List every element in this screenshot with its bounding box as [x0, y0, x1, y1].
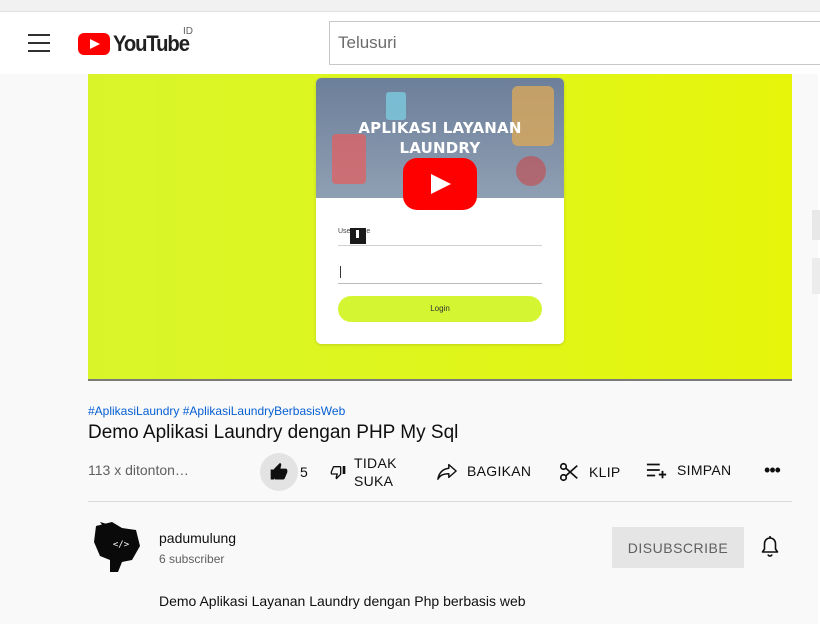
notification-bell-icon[interactable]	[758, 535, 782, 559]
play-button-icon[interactable]	[403, 158, 477, 210]
video-player[interactable]: APLIKASI LAYANAN LAUNDRY Username Login	[88, 74, 792, 381]
channel-name[interactable]: padumulung	[159, 530, 236, 546]
scissors-icon	[559, 462, 578, 482]
hamburger-menu-icon[interactable]	[28, 34, 50, 52]
thumbnail-login-card: APLIKASI LAYANAN LAUNDRY Username Login	[316, 78, 564, 344]
save-button[interactable]: SIMPAN	[646, 461, 731, 479]
thumbnail-hero: APLIKASI LAYANAN LAUNDRY	[316, 78, 564, 210]
thumbnail-password-field	[338, 262, 542, 284]
top-strip	[0, 0, 820, 12]
like-count: 5	[300, 464, 308, 480]
bell-icon	[761, 536, 779, 557]
dislike-button[interactable]: TIDAK SUKA	[330, 454, 414, 490]
hashtag-link[interactable]: #AplikasiLaundry	[88, 404, 179, 418]
clip-button[interactable]: KLIP	[558, 461, 621, 483]
share-button[interactable]: BAGIKAN	[436, 461, 531, 481]
logo-text: YouTube	[113, 31, 190, 56]
more-actions-icon[interactable]: •••	[762, 461, 782, 483]
hashtags: #AplikasiLaundry #AplikasiLaundryBerbasi…	[88, 404, 345, 418]
hashtag-link[interactable]: #AplikasiLaundryBerbasisWeb	[183, 404, 346, 418]
thumbnail-login-button: Login	[338, 296, 542, 322]
clip-label: KLIP	[589, 464, 621, 480]
text-cursor-icon	[350, 228, 366, 244]
unsubscribe-button[interactable]: DISUBSCRIBE	[612, 527, 744, 568]
share-arrow-icon	[437, 463, 457, 480]
like-button[interactable]	[260, 453, 298, 491]
divider	[88, 501, 792, 502]
subscriber-count: 6 subscriber	[159, 552, 225, 566]
share-label: BAGIKAN	[467, 463, 532, 479]
thumbnail-title: APLIKASI LAYANAN LAUNDRY	[358, 119, 522, 157]
search-box	[329, 21, 820, 65]
youtube-watch-page: YouTube ID APLIKASI LAYANAN LAUNDRY User…	[0, 0, 820, 624]
add-to-playlist-icon	[646, 463, 667, 479]
channel-avatar-icon: </>	[94, 522, 140, 572]
video-title: Demo Aplikasi Laundry dengan PHP My Sql	[88, 422, 459, 443]
thumbnail-username-field: Username	[338, 228, 542, 246]
youtube-logo[interactable]: YouTube	[78, 31, 195, 57]
view-count[interactable]: 113 x ditonton…	[88, 462, 189, 478]
edge-fragment	[812, 210, 820, 240]
search-input[interactable]	[330, 22, 820, 64]
video-description: Demo Aplikasi Layanan Laundry dengan Php…	[159, 593, 526, 609]
country-code: ID	[183, 26, 193, 37]
thumbs-down-icon	[330, 466, 346, 480]
thumbs-up-icon	[270, 462, 288, 480]
dislike-label: TIDAK SUKA	[354, 455, 397, 489]
save-label: SIMPAN	[677, 462, 732, 478]
youtube-play-logo-icon	[78, 33, 110, 55]
edge-fragment	[812, 258, 820, 294]
masthead: YouTube ID	[0, 12, 820, 74]
channel-avatar[interactable]: </>	[92, 520, 142, 572]
svg-text:</>: </>	[113, 540, 130, 550]
